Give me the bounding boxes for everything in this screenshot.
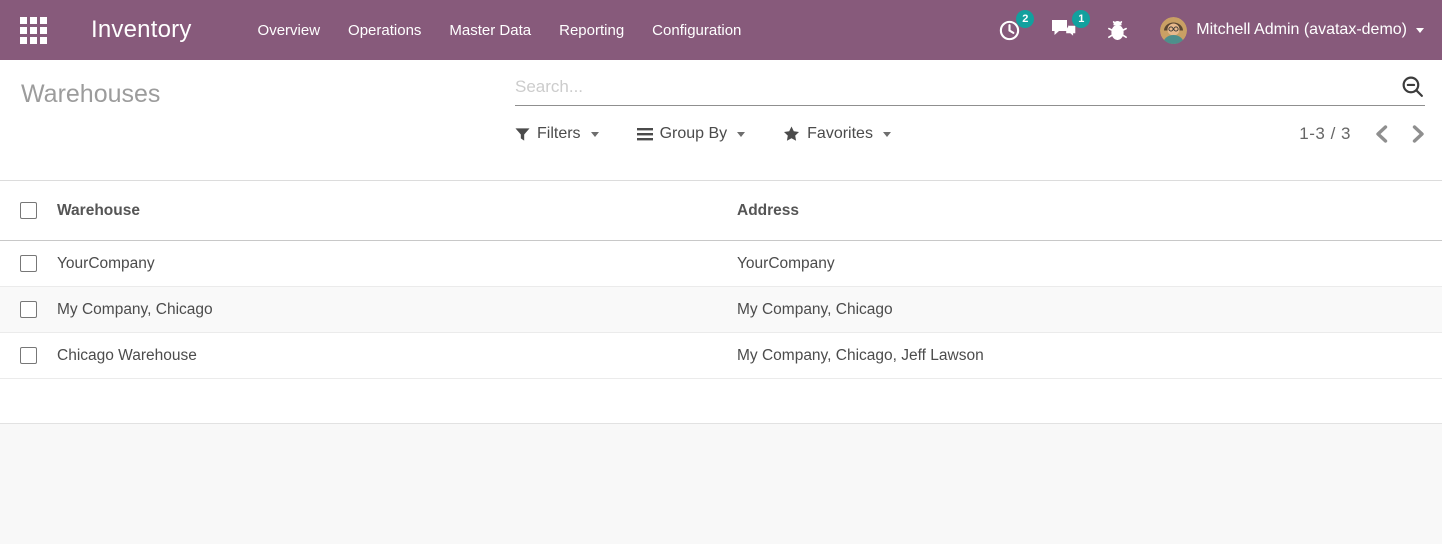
row-checkbox[interactable]	[20, 347, 37, 364]
table-row[interactable]: My Company, Chicago My Company, Chicago	[0, 287, 1442, 333]
search-panel: Filters Group By Favorites	[495, 60, 1442, 180]
user-avatar	[1160, 17, 1187, 44]
nav-item-reporting[interactable]: Reporting	[545, 2, 638, 59]
pager-next-icon[interactable]	[1412, 125, 1425, 143]
activity-badge: 2	[1016, 10, 1034, 28]
control-panel: Warehouses Filters	[0, 60, 1442, 181]
pager: 1-3 / 3	[1299, 124, 1425, 144]
pager-range: 1-3 / 3	[1299, 124, 1351, 144]
search-bar	[515, 74, 1425, 106]
nav-item-overview[interactable]: Overview	[244, 2, 335, 59]
nav-item-operations[interactable]: Operations	[334, 2, 435, 59]
row-checkbox[interactable]	[20, 255, 37, 272]
chevron-down-icon	[883, 132, 891, 137]
favorites-button[interactable]: Favorites	[783, 125, 891, 143]
chevron-down-icon	[1416, 28, 1424, 33]
pager-previous-icon[interactable]	[1375, 125, 1388, 143]
address-cell[interactable]: My Company, Chicago	[737, 301, 1442, 319]
favorites-star-icon	[783, 126, 800, 142]
debug-bug-icon[interactable]	[1107, 19, 1128, 42]
filters-button[interactable]: Filters	[515, 125, 599, 143]
warehouse-cell[interactable]: YourCompany	[57, 255, 737, 273]
nav-menu: Overview Operations Master Data Reportin…	[244, 2, 756, 59]
warehouse-list: Warehouse Address YourCompany YourCompan…	[0, 181, 1442, 544]
top-navbar: Inventory Overview Operations Master Dat…	[0, 0, 1442, 60]
select-all-checkbox[interactable]	[20, 202, 37, 219]
activity-clock-icon[interactable]: 2	[998, 19, 1021, 42]
user-name: Mitchell Admin (avatax-demo)	[1196, 21, 1407, 39]
search-input[interactable]	[515, 77, 1400, 97]
page-title: Warehouses	[21, 80, 495, 109]
address-cell[interactable]: My Company, Chicago, Jeff Lawson	[737, 347, 1442, 365]
table-row[interactable]: Chicago Warehouse My Company, Chicago, J…	[0, 333, 1442, 379]
empty-list-row	[0, 379, 1442, 424]
filter-funnel-icon	[515, 127, 530, 142]
row-checkbox[interactable]	[20, 301, 37, 318]
user-menu[interactable]: Mitchell Admin (avatax-demo)	[1160, 17, 1424, 44]
apps-grid-icon[interactable]	[20, 17, 47, 44]
column-header-address[interactable]: Address	[737, 202, 1442, 220]
nav-item-master-data[interactable]: Master Data	[435, 2, 545, 59]
warehouse-cell[interactable]: Chicago Warehouse	[57, 347, 737, 365]
breadcrumb: Warehouses	[0, 60, 495, 180]
warehouse-cell[interactable]: My Company, Chicago	[57, 301, 737, 319]
app-name[interactable]: Inventory	[91, 16, 192, 44]
chevron-down-icon	[737, 132, 745, 137]
group-by-button[interactable]: Group By	[637, 125, 746, 143]
table-row[interactable]: YourCompany YourCompany	[0, 241, 1442, 287]
page-background	[0, 424, 1442, 544]
table-header-row: Warehouse Address	[0, 181, 1442, 241]
messages-icon[interactable]: 1	[1051, 19, 1077, 41]
chevron-down-icon	[591, 132, 599, 137]
nav-item-configuration[interactable]: Configuration	[638, 2, 755, 59]
messages-badge: 1	[1072, 10, 1090, 28]
navbar-right: 2 1	[968, 17, 1424, 44]
address-cell[interactable]: YourCompany	[737, 255, 1442, 273]
group-by-bars-icon	[637, 128, 653, 141]
column-header-warehouse[interactable]: Warehouse	[57, 202, 737, 220]
filter-toolbar: Filters Group By Favorites	[515, 124, 1425, 144]
search-magnifier-icon[interactable]	[1400, 74, 1425, 99]
